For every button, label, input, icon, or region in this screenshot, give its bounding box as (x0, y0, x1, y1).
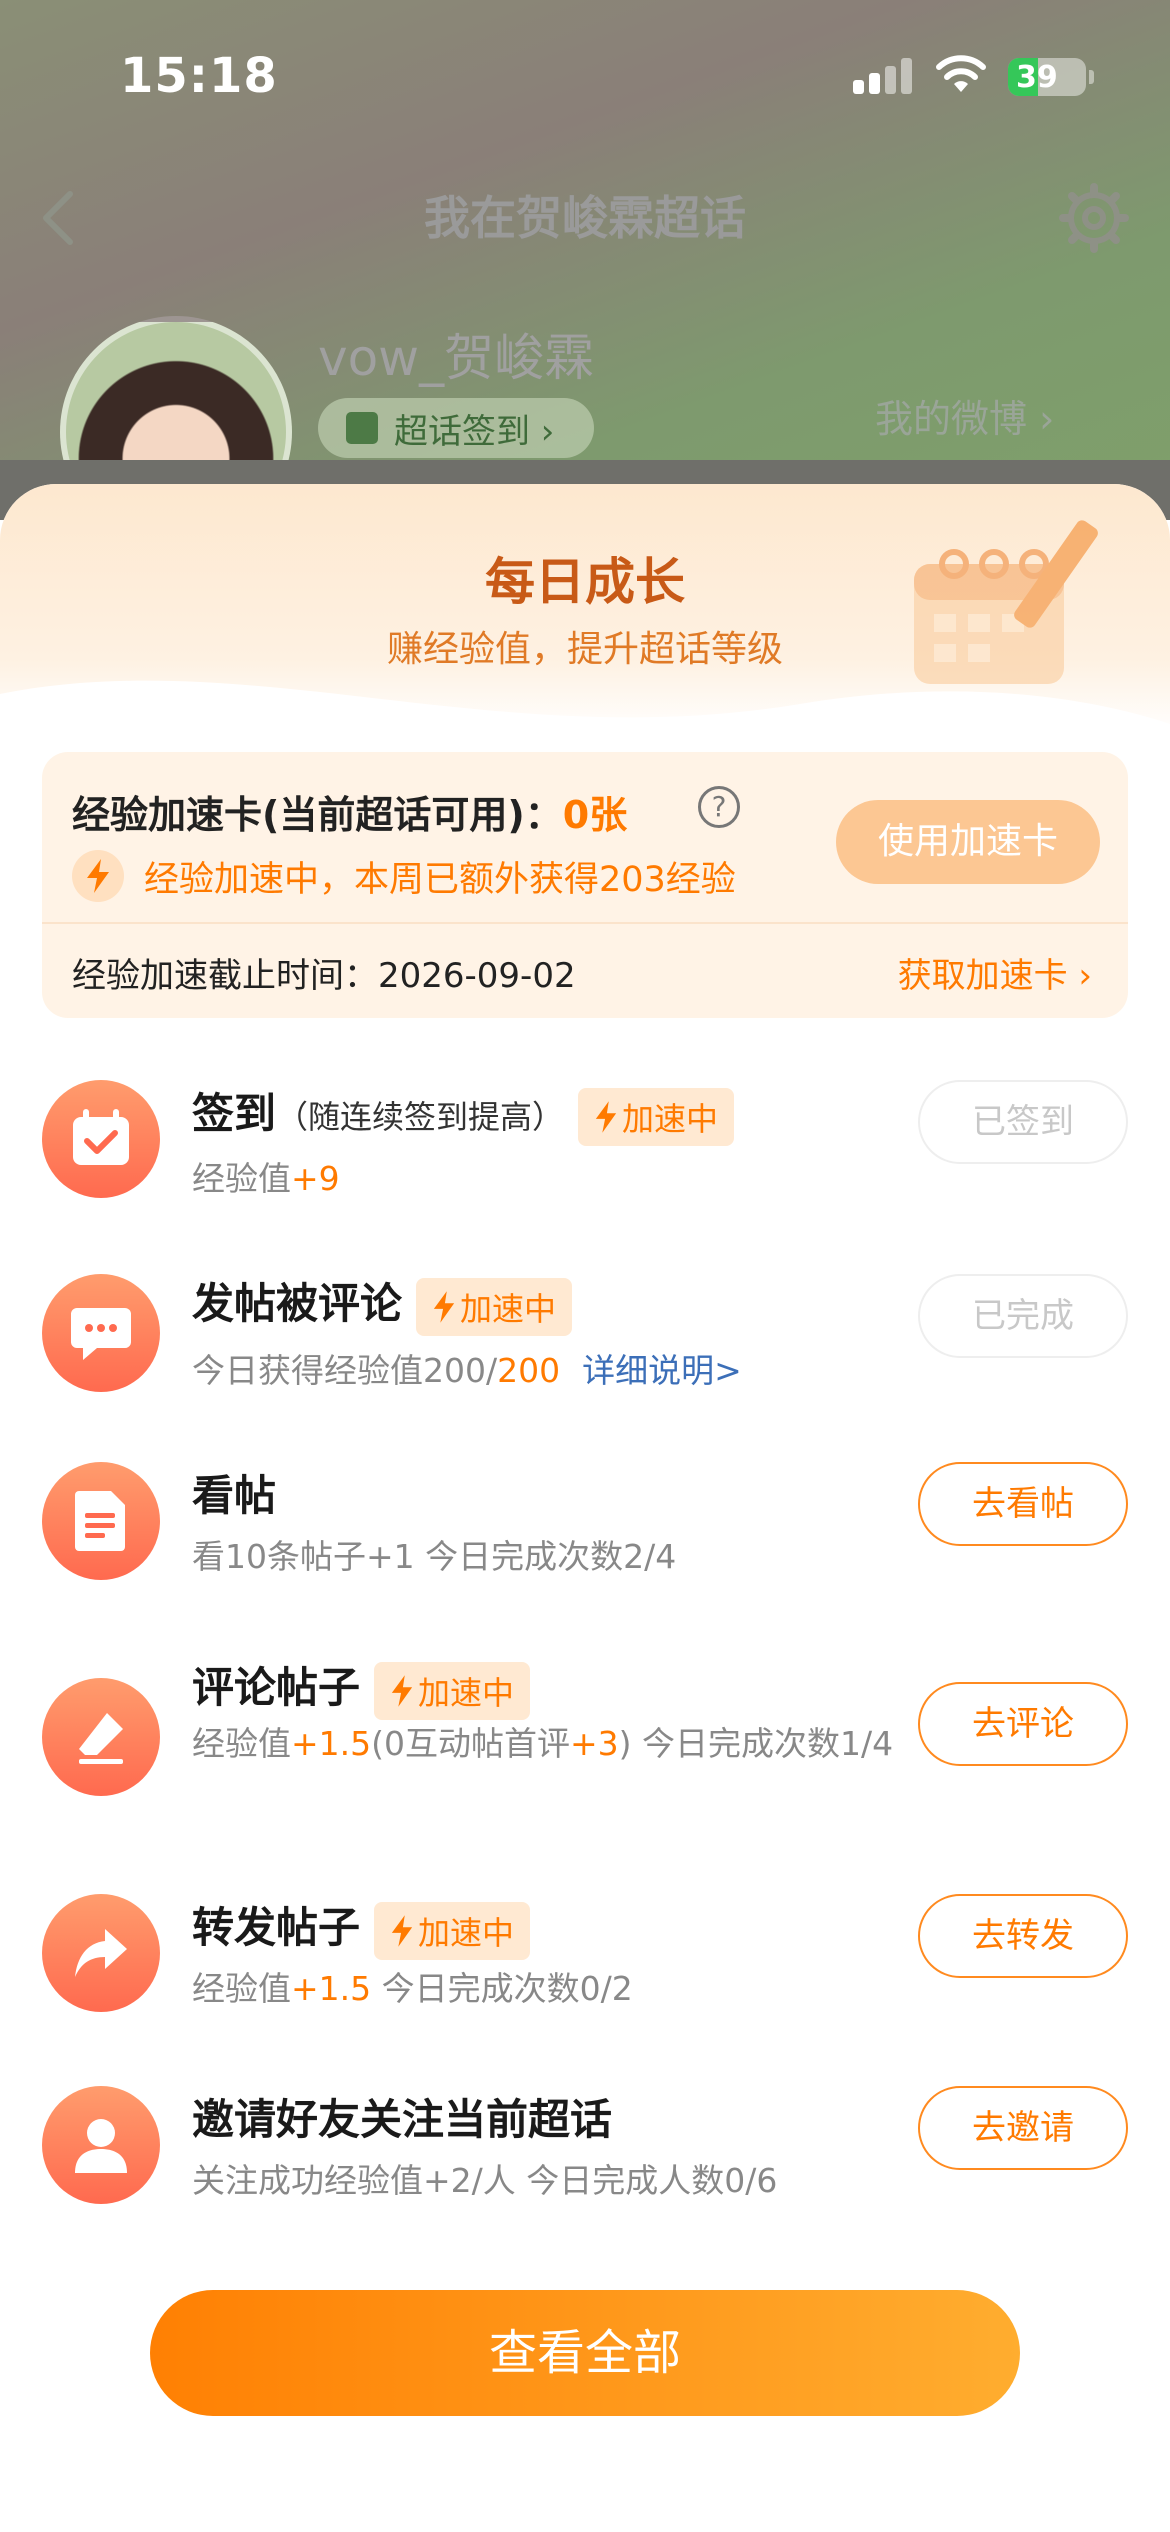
boost-badge-label: 加速中 (418, 1913, 515, 1952)
task-name-text: 发帖被评论 (192, 1279, 403, 1328)
calendar-check-icon (42, 1080, 160, 1198)
boost-badge: 加速中 (578, 1087, 735, 1146)
task-name-text: 签到 (192, 1089, 277, 1138)
daily-growth-sheet: 每日成长 赚经验值，提升超话等级 经验加速卡(当前超话可用)：0张 ? 经验加速… (0, 484, 1170, 2532)
gear-icon[interactable] (1058, 182, 1130, 254)
boost-badge: 加速中 (416, 1277, 573, 1336)
wifi-icon (936, 55, 986, 92)
task-desc: 经验值+1.5(0互动帖首评+3) 今日完成次数1/4 (192, 1720, 912, 1768)
use-boost-card-button[interactable]: 使用加速卡 (836, 800, 1100, 884)
task-desc: 关注成功经验值+2/人 今日完成人数0/6 (192, 2161, 778, 2200)
task-name: 邀请好友关注当前超话 (192, 2095, 613, 2144)
task-desc-text: 经验值 (192, 1969, 291, 2008)
nav-bar: 我在贺峻霖超话 (0, 160, 1170, 260)
sheet-subtitle: 赚经验值，提升超话等级 (386, 629, 783, 670)
task-desc: 经验值+1.5 今日完成次数0/2 (192, 1962, 633, 2010)
task-desc-text: 经验值 (192, 1724, 291, 1763)
task-desc-text: 今日完成次数0/2 (371, 1969, 633, 2008)
task-name: 评论帖子 加速中 (192, 1654, 531, 1720)
task-desc-text: 今日获得经验值200/ (192, 1351, 498, 1390)
bolt-icon (391, 1674, 413, 1707)
username: vow_贺峻霖 (318, 329, 595, 387)
bolt-icon (391, 1914, 413, 1947)
checkin-label: 超话签到 › (394, 411, 555, 452)
bolt-icon (72, 850, 124, 902)
boost-card-title: 经验加速卡(当前超话可用)：0张 (72, 784, 627, 839)
go-view-posts-button[interactable]: 去看帖 (918, 1462, 1128, 1546)
task-desc-highlight: +9 (291, 1159, 340, 1198)
task-name-text: 评论帖子 (192, 1663, 361, 1712)
completed-button[interactable]: 已完成 (918, 1274, 1128, 1358)
chat-bubble-icon (42, 1274, 160, 1392)
task-desc-highlight: +3 (570, 1724, 619, 1763)
document-icon (42, 1462, 160, 1580)
cellular-signal-icon (853, 58, 913, 94)
boost-status: 经验加速中，本周已额外获得203经验 (72, 850, 736, 902)
boost-card-count: 0张 (562, 793, 628, 837)
task-name: 看帖 (192, 1471, 277, 1520)
task-name: 发帖被评论 加速中 (192, 1270, 573, 1336)
page-title: 我在贺峻霖超话 (424, 191, 746, 245)
task-desc: 今日获得经验值200/200 详细说明> (192, 1344, 742, 1392)
details-link[interactable]: 详细说明> (582, 1351, 742, 1390)
calendar-check-icon (346, 412, 378, 444)
boost-badge-label: 加速中 (622, 1099, 719, 1138)
eraser-icon (42, 1678, 160, 1796)
sheet-title: 每日成长 (485, 553, 685, 611)
bolt-icon (595, 1100, 617, 1133)
task-name-text: 转发帖子 (192, 1903, 361, 1952)
battery-indicator: 39 (1008, 58, 1086, 96)
checkin-button[interactable]: 超话签到 › (318, 398, 594, 458)
bolt-icon (433, 1290, 455, 1323)
task-name: 转发帖子 加速中 (192, 1894, 531, 1960)
person-icon (42, 2086, 160, 2204)
task-desc-text: (0互动帖首评 (371, 1724, 571, 1763)
boost-card-divider (42, 922, 1128, 924)
task-desc-highlight: 200 (497, 1351, 561, 1390)
task-desc-text: ) 今日完成次数1/4 (618, 1724, 894, 1763)
task-note: （随连续签到提高） (276, 1098, 565, 1136)
checked-in-button[interactable]: 已签到 (918, 1080, 1128, 1164)
boost-badge-label: 加速中 (460, 1289, 557, 1328)
status-bar: 15:18 39 (0, 0, 1170, 150)
go-repost-button[interactable]: 去转发 (918, 1894, 1128, 1978)
status-time: 15:18 (120, 48, 278, 104)
task-desc: 经验值+9 (192, 1152, 340, 1200)
go-invite-button[interactable]: 去邀请 (918, 2086, 1128, 2170)
view-all-button[interactable]: 查看全部 (150, 2290, 1020, 2416)
sheet-header: 每日成长 赚经验值，提升超话等级 (0, 484, 1170, 754)
share-arrow-icon (42, 1894, 160, 2012)
get-boost-card-link[interactable]: 获取加速卡 › (898, 948, 1092, 997)
my-weibo-link[interactable]: 我的微博 › (875, 388, 1054, 443)
boost-deadline: 经验加速截止时间：2026-09-02 (72, 956, 576, 996)
boost-badge: 加速中 (374, 1661, 531, 1720)
task-desc-text: 经验值 (192, 1159, 291, 1198)
boost-badge-label: 加速中 (418, 1673, 515, 1712)
task-desc-highlight: +1.5 (291, 1969, 372, 2008)
task-desc: 看10条帖子+1 今日完成次数2/4 (192, 1537, 677, 1576)
task-desc-highlight: +1.5 (291, 1724, 372, 1763)
boost-card-title-text: 经验加速卡(当前超话可用)： (72, 793, 563, 837)
boost-card: 经验加速卡(当前超话可用)：0张 ? 经验加速中，本周已额外获得203经验 使用… (42, 752, 1128, 1018)
help-icon[interactable]: ? (698, 786, 740, 828)
background-page: 15:18 39 我在贺峻霖超话 vow_贺峻霖 超话签到 › 我的微博 › (0, 0, 1170, 520)
boost-status-text: 经验加速中，本周已额外获得203经验 (144, 859, 736, 900)
battery-tip (1089, 70, 1094, 84)
go-comment-button[interactable]: 去评论 (918, 1682, 1128, 1766)
task-name: 签到（随连续签到提高） 加速中 (192, 1080, 735, 1146)
boost-badge: 加速中 (374, 1901, 531, 1960)
